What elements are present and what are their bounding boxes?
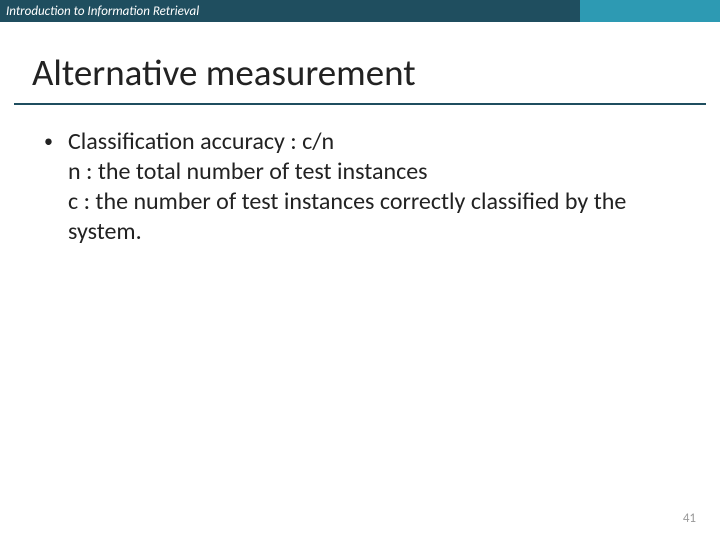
header-title: Introduction to Information Retrieval (6, 4, 199, 19)
bullet-line-2: n : the total number of test instances (68, 157, 676, 187)
header-bar-right (580, 0, 720, 22)
slide-title: Alternative measurement (32, 50, 720, 95)
page-number: 41 (683, 511, 696, 526)
header-bar: Introduction to Information Retrieval (0, 0, 720, 22)
bullet-item: • Classification accuracy : c/n (44, 127, 676, 157)
bullet-line-1: Classification accuracy : c/n (68, 127, 676, 157)
bullet-line-3: c : the number of test instances correct… (68, 187, 676, 247)
title-underline (14, 103, 706, 105)
bullet-marker: • (44, 127, 68, 156)
header-bar-left: Introduction to Information Retrieval (0, 0, 580, 22)
slide-content: • Classification accuracy : c/n n : the … (44, 127, 676, 247)
